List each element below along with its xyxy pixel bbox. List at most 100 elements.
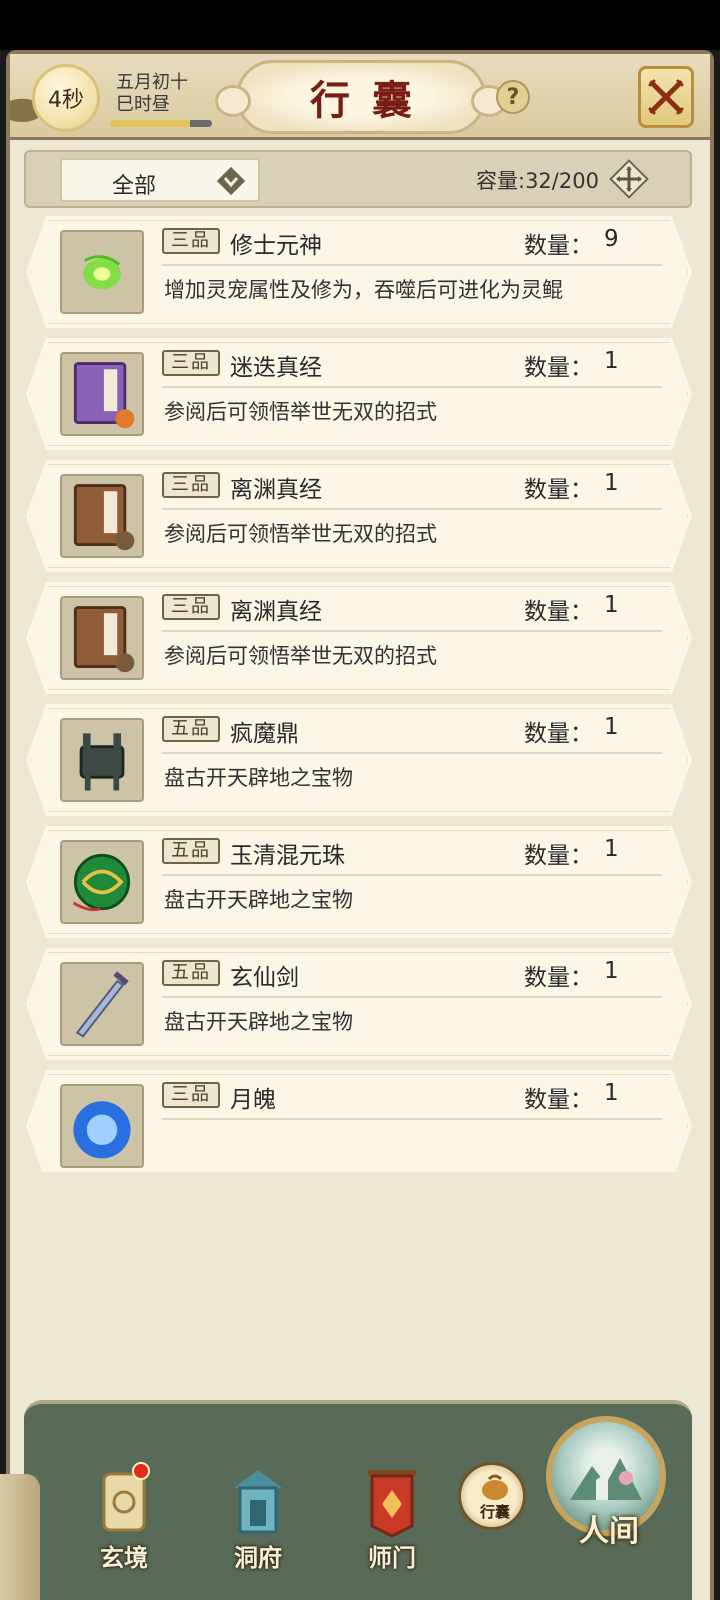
divider (162, 386, 662, 388)
divider (162, 874, 662, 876)
grade-badge: 五品 (162, 838, 220, 864)
header: 4秒 五月初十 巳时昼 行囊 ? (10, 54, 710, 140)
expand-capacity-icon[interactable] (608, 158, 650, 200)
item-description: 增加灵宠属性及修为，吞噬后可进化为灵鲲 (164, 278, 563, 302)
bag-icon (482, 1474, 508, 1500)
question-mark-icon: ? (506, 84, 520, 110)
item-quantity: 1 (604, 836, 619, 862)
inventory-item[interactable]: 三品 修士元神 数量： 9 增加灵宠属性及修为，吞噬后可进化为灵鲲 (26, 216, 692, 328)
item-name: 离渊真经 (230, 477, 322, 503)
item-icon-frame[interactable] (60, 718, 144, 802)
notification-dot (132, 1462, 150, 1480)
earth-scripture-book-icon (62, 598, 142, 678)
item-name: 离渊真经 (230, 599, 322, 625)
category-selected: 全部 (112, 174, 157, 199)
item-quantity-label: 数量： (524, 355, 593, 381)
item-description: 盘古开天辟地之宝物 (164, 888, 353, 912)
item-list: 三品 修士元神 数量： 9 增加灵宠属性及修为，吞噬后可进化为灵鲲 三品 迷迭真经 数量： 1 参… (26, 216, 694, 1172)
nav-label: 洞府 (234, 1543, 282, 1572)
page-title: 行囊 (310, 77, 434, 124)
nav-label: 师门 (368, 1543, 416, 1572)
item-description: 参阅后可领悟举世无双的招式 (164, 644, 437, 668)
scroll-decoration (0, 1474, 40, 1600)
divider (162, 630, 662, 632)
divider (162, 996, 662, 998)
item-icon-frame[interactable] (60, 230, 144, 314)
grade-badge: 五品 (162, 716, 220, 742)
nav-shimen[interactable]: 师门 (342, 1466, 442, 1576)
mountain-landscape-icon (570, 1458, 642, 1500)
inventory-item[interactable]: 五品 玉清混元珠 数量： 1 盘古开天辟地之宝物 (26, 826, 692, 938)
bronze-cauldron-icon (62, 720, 142, 800)
capacity-text: 容量:32/200 (476, 169, 599, 193)
item-icon-frame[interactable] (60, 840, 144, 924)
item-quantity: 1 (604, 348, 619, 374)
divider (162, 752, 662, 754)
status-bar-area (0, 0, 720, 50)
divider (162, 1118, 662, 1120)
filter-bar: 全部 容量:32/200 (24, 150, 692, 208)
item-name: 迷迭真经 (230, 355, 322, 381)
nav-label: 行囊 (479, 1503, 510, 1521)
item-quantity-label: 数量： (524, 721, 593, 747)
time-progress-fill (110, 120, 190, 127)
spirit-orb-icon (62, 232, 142, 312)
chevron-down-icon (216, 166, 246, 196)
category-dropdown[interactable]: 全部 (60, 158, 260, 202)
inventory-item[interactable]: 三品 离渊真经 数量： 1 参阅后可领悟举世无双的招式 (26, 582, 692, 694)
timer-badge: 4秒 (32, 64, 100, 132)
item-quantity-label: 数量： (524, 477, 593, 503)
fire-scripture-book-icon (62, 354, 142, 434)
nav-world-label: 人间 (579, 1514, 639, 1549)
item-quantity-label: 数量： (524, 599, 593, 625)
grade-badge: 三品 (162, 1082, 220, 1108)
close-icon (648, 79, 684, 115)
nav-xuanjing[interactable]: 玄境 (74, 1462, 174, 1576)
time-progress-bar (110, 120, 212, 127)
grade-badge: 三品 (162, 228, 220, 254)
item-description: 盘古开天辟地之宝物 (164, 1010, 353, 1034)
item-quantity: 1 (604, 714, 619, 740)
item-name: 玄仙剑 (230, 965, 299, 991)
item-icon-frame[interactable] (60, 474, 144, 558)
nav-dongfu[interactable]: 洞府 (208, 1466, 308, 1576)
grade-badge: 五品 (162, 960, 220, 986)
divider (162, 264, 662, 266)
item-name: 疯魔鼎 (230, 721, 299, 747)
item-icon-frame[interactable] (60, 962, 144, 1046)
inventory-item[interactable]: 三品 月魄 数量： 1 (26, 1070, 692, 1172)
moon-soul-icon (62, 1086, 142, 1166)
inventory-item[interactable]: 三品 离渊真经 数量： 1 参阅后可领悟举世无双的招式 (26, 460, 692, 572)
time-of-day: 巳时昼 (116, 94, 170, 115)
item-icon-frame[interactable] (60, 1084, 144, 1168)
item-icon-frame[interactable] (60, 352, 144, 436)
nav-bag-active[interactable]: 行囊 (458, 1462, 526, 1530)
close-button[interactable] (638, 66, 694, 128)
item-description: 盘古开天辟地之宝物 (164, 766, 353, 790)
inventory-item[interactable]: 五品 疯魔鼎 数量： 1 盘古开天辟地之宝物 (26, 704, 692, 816)
inventory-item[interactable]: 三品 迷迭真经 数量： 1 参阅后可领悟举世无双的招式 (26, 338, 692, 450)
item-quantity-label: 数量： (524, 1087, 593, 1113)
grade-badge: 三品 (162, 472, 220, 498)
item-description: 参阅后可领悟举世无双的招式 (164, 522, 437, 546)
immortal-sword-icon (62, 964, 142, 1044)
inventory-item[interactable]: 五品 玄仙剑 数量： 1 盘古开天辟地之宝物 (26, 948, 692, 1060)
item-name: 玉清混元珠 (230, 843, 345, 869)
item-quantity-label: 数量： (524, 965, 593, 991)
jade-pearl-icon (62, 842, 142, 922)
item-quantity: 1 (604, 1080, 619, 1106)
item-description: 参阅后可领悟举世无双的招式 (164, 400, 437, 424)
help-button[interactable]: ? (496, 80, 530, 114)
divider (162, 508, 662, 510)
inventory-window: 4秒 五月初十 巳时昼 行囊 ? 全部 容量:32/200 三品 修士元神 数量… (6, 50, 714, 1600)
item-quantity: 9 (604, 226, 619, 252)
grade-badge: 三品 (162, 350, 220, 376)
grade-badge: 三品 (162, 594, 220, 620)
item-name: 修士元神 (230, 233, 322, 259)
nav-label: 玄境 (100, 1543, 148, 1572)
earth-scripture-book-icon (62, 476, 142, 556)
item-quantity: 1 (604, 470, 619, 496)
item-name: 月魄 (230, 1087, 276, 1113)
item-quantity-label: 数量： (524, 843, 593, 869)
item-icon-frame[interactable] (60, 596, 144, 680)
